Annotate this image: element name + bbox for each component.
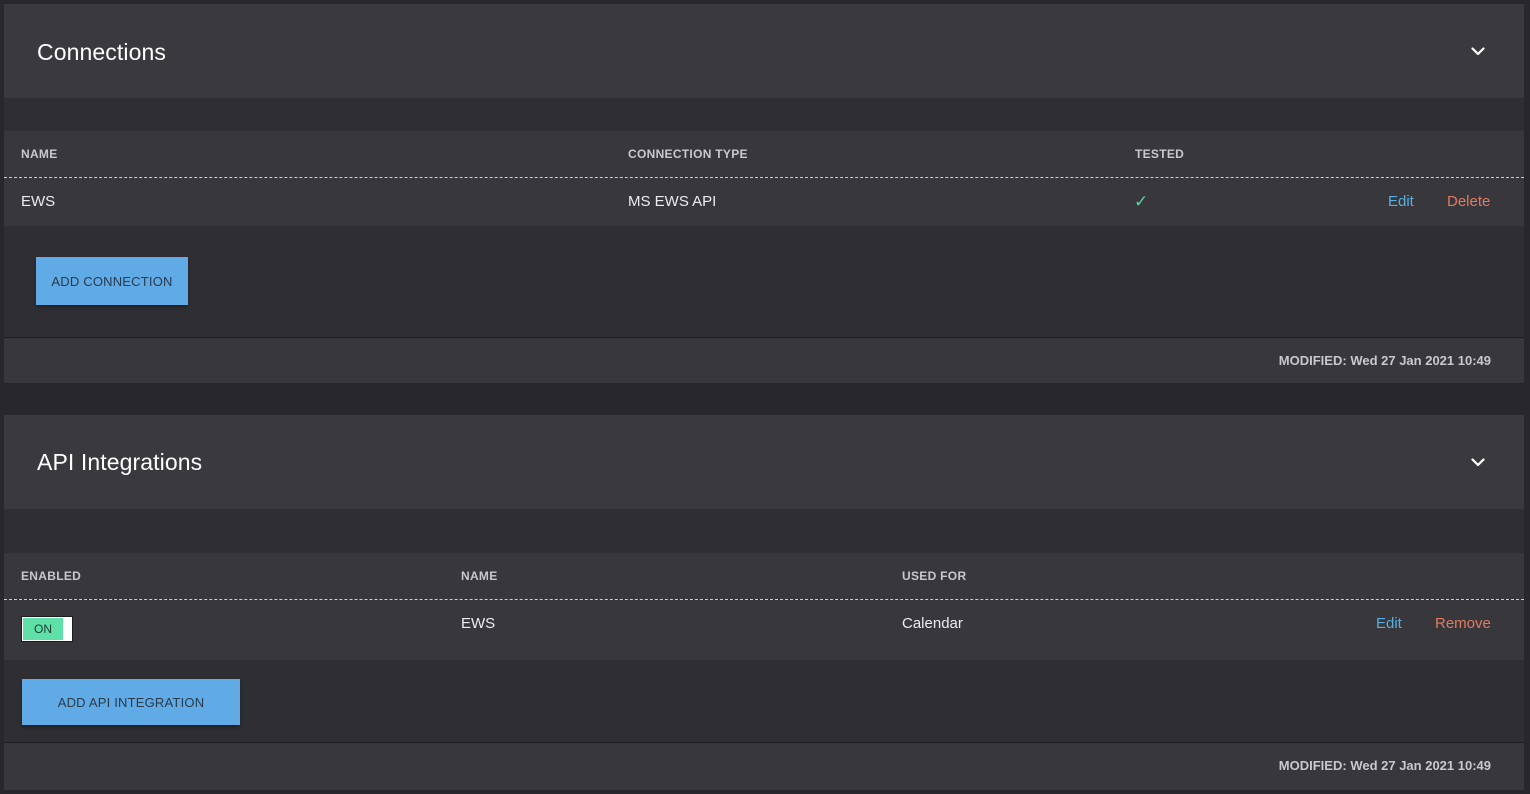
toggle-on-label: ON xyxy=(23,618,63,640)
modified-value: Wed 27 Jan 2021 10:49 xyxy=(1350,353,1491,368)
modified-label: MODIFIED: xyxy=(1278,353,1347,368)
modified-timestamp: MODIFIED: Wed 27 Jan 2021 10:49 xyxy=(1279,758,1491,773)
api-integrations-title: API Integrations xyxy=(37,449,203,475)
column-header-tested: TESTED xyxy=(1135,147,1185,161)
column-header-enabled: ENABLED xyxy=(21,569,82,583)
connections-title: Connections xyxy=(37,39,166,65)
api-table-header: ENABLED NAME USED FOR xyxy=(4,553,1524,599)
connections-table-header: NAME CONNECTION TYPE TESTED xyxy=(4,131,1524,177)
connections-panel: Connections NAME CONNECTION TYPE TESTED … xyxy=(4,4,1524,383)
remove-integration-link[interactable]: Remove xyxy=(1435,615,1491,632)
edit-connection-link[interactable]: Edit xyxy=(1388,193,1414,210)
connections-footer: MODIFIED: Wed 27 Jan 2021 10:49 xyxy=(4,337,1524,383)
checkmark-icon: ✓ xyxy=(1134,192,1149,211)
table-row: EWS MS EWS API ✓ Edit Delete xyxy=(4,178,1524,226)
enabled-toggle[interactable]: ON xyxy=(21,616,73,642)
api-integrations-footer: MODIFIED: Wed 27 Jan 2021 10:49 xyxy=(4,742,1524,790)
modified-timestamp: MODIFIED: Wed 27 Jan 2021 10:49 xyxy=(1279,353,1491,368)
api-integrations-header[interactable]: API Integrations xyxy=(4,415,1524,509)
modified-value: Wed 27 Jan 2021 10:49 xyxy=(1350,758,1491,773)
integration-name: EWS xyxy=(461,615,496,632)
column-header-name: NAME xyxy=(461,569,498,583)
edit-integration-link[interactable]: Edit xyxy=(1376,615,1402,632)
column-header-connection-type: CONNECTION TYPE xyxy=(628,147,748,161)
chevron-down-icon[interactable] xyxy=(1468,452,1488,472)
connection-name: EWS xyxy=(21,193,56,210)
column-header-used-for: USED FOR xyxy=(902,569,967,583)
connections-header[interactable]: Connections xyxy=(4,4,1524,98)
connection-type: MS EWS API xyxy=(628,193,717,210)
table-row: ON EWS Calendar Edit Remove xyxy=(4,600,1524,660)
modified-label: MODIFIED: xyxy=(1278,758,1347,773)
add-connection-button[interactable]: ADD CONNECTION xyxy=(36,257,188,305)
api-integrations-panel: API Integrations ENABLED NAME USED FOR O… xyxy=(4,415,1524,790)
add-api-integration-button[interactable]: ADD API INTEGRATION xyxy=(22,679,240,725)
integration-used-for: Calendar xyxy=(902,615,963,632)
delete-connection-link[interactable]: Delete xyxy=(1447,193,1490,210)
column-header-name: NAME xyxy=(21,147,58,161)
chevron-down-icon[interactable] xyxy=(1468,41,1488,61)
